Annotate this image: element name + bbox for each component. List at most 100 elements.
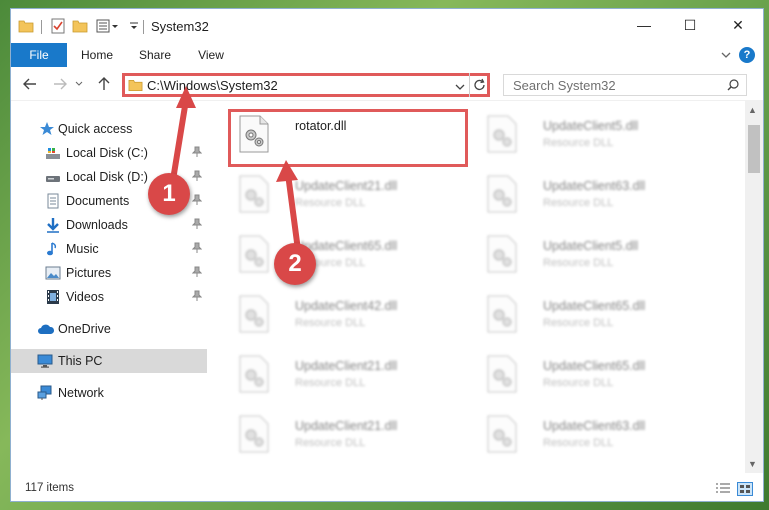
file-item[interactable]: UpdateClient63.dll Resource DLL xyxy=(479,409,709,465)
step-marker-2: 2 xyxy=(274,243,316,285)
large-icons-view-icon[interactable] xyxy=(737,482,753,496)
up-arrow-icon[interactable] xyxy=(95,75,113,93)
pin-icon[interactable] xyxy=(191,146,203,161)
file-name: UpdateClient42.dll xyxy=(295,299,398,313)
dll-file-icon xyxy=(487,295,517,333)
pin-icon[interactable] xyxy=(191,266,203,281)
address-bar[interactable]: C:\Windows\System32 xyxy=(122,73,490,97)
tab-home[interactable]: Home xyxy=(75,43,119,67)
pin-icon[interactable] xyxy=(191,290,203,305)
dll-file-icon xyxy=(239,355,269,393)
minimize-button[interactable]: — xyxy=(621,9,667,41)
file-item[interactable]: UpdateClient5.dll Resource DLL xyxy=(479,229,709,285)
dll-file-icon xyxy=(239,415,269,453)
pin-icon[interactable] xyxy=(191,170,203,185)
drive-icon xyxy=(45,145,61,161)
folder-icon[interactable] xyxy=(17,17,35,35)
pin-icon[interactable] xyxy=(191,242,203,257)
status-bar: 117 items xyxy=(11,479,763,501)
file-name: UpdateClient63.dll xyxy=(543,419,646,433)
scroll-up-icon[interactable]: ▲ xyxy=(748,105,757,115)
file-name: UpdateClient65.dll xyxy=(543,299,646,313)
file-type: Resource DLL xyxy=(543,317,614,329)
search-input[interactable]: Search System32 xyxy=(503,74,747,96)
pin-icon[interactable] xyxy=(191,194,203,209)
refresh-icon[interactable] xyxy=(473,78,486,95)
dll-file-icon xyxy=(487,235,517,273)
file-type: Resource DLL xyxy=(295,437,366,449)
dll-file-icon xyxy=(487,175,517,213)
address-path: C:\Windows\System32 xyxy=(147,78,278,93)
ribbon-tabs: File Home Share View ? xyxy=(11,43,763,67)
sidebar-item-label: Videos xyxy=(66,290,104,304)
search-icon[interactable] xyxy=(727,79,739,94)
sidebar-item-this-pc[interactable]: This PC xyxy=(11,349,207,373)
close-button[interactable]: ✕ xyxy=(715,9,761,41)
file-item[interactable]: UpdateClient42.dll Resource DLL xyxy=(231,289,461,345)
sidebar-item-local-disk-c[interactable]: Local Disk (C:) xyxy=(11,141,207,165)
file-item[interactable]: UpdateClient21.dll Resource DLL xyxy=(231,409,461,465)
file-type: Resource DLL xyxy=(295,317,366,329)
address-row: C:\Windows\System32 Search System32 xyxy=(11,67,763,101)
pin-icon[interactable] xyxy=(191,218,203,233)
star-icon xyxy=(39,121,55,137)
music-icon xyxy=(45,241,61,257)
scroll-down-icon[interactable]: ▼ xyxy=(748,459,757,469)
file-highlight-box xyxy=(228,109,468,167)
file-name: UpdateClient21.dll xyxy=(295,179,398,193)
file-type: Resource DLL xyxy=(543,257,614,269)
file-item[interactable]: UpdateClient65.dll Resource DLL xyxy=(231,229,461,285)
file-item[interactable]: UpdateClient21.dll Resource DLL xyxy=(231,349,461,405)
dll-file-icon xyxy=(239,175,269,213)
sidebar-item-network[interactable]: Network xyxy=(11,381,207,405)
properties-icon[interactable] xyxy=(49,17,67,35)
file-name: UpdateClient21.dll xyxy=(295,359,398,373)
file-type: Resource DLL xyxy=(295,197,366,209)
file-name: UpdateClient5.dll xyxy=(543,239,639,253)
back-arrow-icon[interactable] xyxy=(21,75,39,93)
file-explorer-window: System32 — ☐ ✕ File Home Share View ? C:… xyxy=(10,8,764,502)
customize-dropdown-icon[interactable] xyxy=(95,17,121,35)
sidebar-item-label: Music xyxy=(66,242,99,256)
details-view-icon[interactable] xyxy=(715,482,731,496)
sidebar-item-onedrive[interactable]: OneDrive xyxy=(11,317,207,341)
file-item[interactable]: UpdateClient21.dll Resource DLL xyxy=(231,169,461,225)
quick-access-dropdown-icon[interactable] xyxy=(125,17,143,35)
sidebar-item-music[interactable]: Music xyxy=(11,237,207,261)
forward-arrow-icon[interactable] xyxy=(51,75,69,93)
sidebar-item-label: OneDrive xyxy=(58,322,111,336)
sidebar-item-label: Downloads xyxy=(66,218,128,232)
tab-share[interactable]: Share xyxy=(133,43,177,67)
file-item[interactable]: UpdateClient5.dll Resource DLL xyxy=(479,109,709,165)
sidebar-item-videos[interactable]: Videos xyxy=(11,285,207,309)
expand-ribbon-icon[interactable] xyxy=(717,43,735,67)
tab-view[interactable]: View xyxy=(191,43,231,67)
file-name: UpdateClient65.dll xyxy=(543,359,646,373)
sidebar-item-label: Quick access xyxy=(58,122,133,136)
documents-icon xyxy=(45,193,61,209)
tab-file[interactable]: File xyxy=(11,43,67,67)
address-dropdown-icon[interactable] xyxy=(455,80,465,94)
dll-file-icon xyxy=(487,415,517,453)
network-icon xyxy=(37,385,53,401)
file-type: Resource DLL xyxy=(543,377,614,389)
sidebar-item-downloads[interactable]: Downloads xyxy=(11,213,207,237)
title-separator xyxy=(41,20,42,34)
recent-locations-chevron-icon[interactable] xyxy=(73,75,85,93)
folder-icon xyxy=(128,78,143,95)
file-type: Resource DLL xyxy=(543,197,614,209)
sidebar-item-pictures[interactable]: Pictures xyxy=(11,261,207,285)
scrollbar-thumb[interactable] xyxy=(748,125,760,173)
new-folder-icon[interactable] xyxy=(71,17,89,35)
file-item[interactable]: UpdateClient65.dll Resource DLL xyxy=(479,289,709,345)
help-icon[interactable]: ? xyxy=(739,47,755,63)
sidebar-item-quick-access[interactable]: Quick access xyxy=(11,117,207,141)
maximize-button[interactable]: ☐ xyxy=(667,9,713,41)
title-bar: System32 — ☐ ✕ xyxy=(11,9,763,43)
file-item[interactable]: UpdateClient65.dll Resource DLL xyxy=(479,349,709,405)
file-item[interactable]: UpdateClient63.dll Resource DLL xyxy=(479,169,709,225)
file-name: UpdateClient5.dll xyxy=(543,119,639,133)
vertical-scrollbar[interactable]: ▲ ▼ xyxy=(745,101,763,473)
pictures-icon xyxy=(45,265,61,281)
sidebar-item-label: Documents xyxy=(66,194,130,208)
